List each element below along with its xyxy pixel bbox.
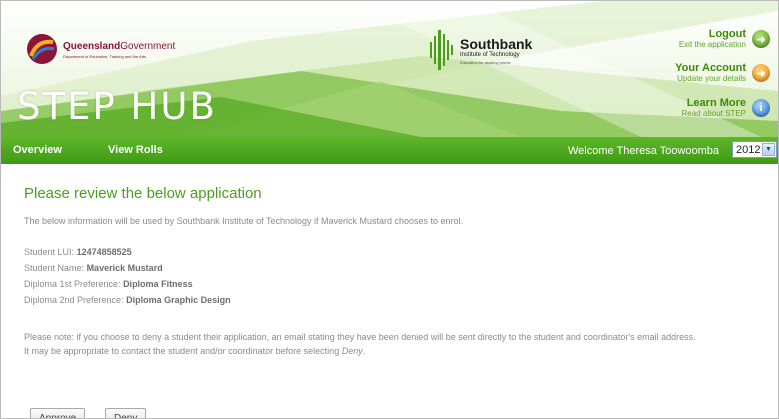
deny-note-text: Please note: if you choose to deny a stu… (24, 332, 696, 342)
year-select[interactable]: 2012 ▼ (732, 141, 777, 158)
welcome-text: Welcome Theresa Toowoomba (568, 145, 720, 157)
chevron-down-icon[interactable]: ▼ (762, 143, 775, 156)
deny-emphasis: Deny (341, 346, 363, 356)
first-preference-value: Diploma Fitness (123, 279, 193, 289)
field-label: Diploma 2nd Preference: (24, 295, 124, 305)
field-label: Student LUI: (24, 247, 75, 257)
contact-advice: It may be appropriate to contact the stu… (24, 346, 366, 356)
your-account-title: Your Account (675, 62, 746, 74)
queensland-government-name: QueenslandGovernment (63, 41, 176, 52)
student-lui-value: 12474858525 (76, 247, 132, 257)
info-icon: i (752, 99, 770, 117)
queensland-crest-icon (27, 34, 57, 64)
first-preference-row: Diploma 1st Preference: Diploma Fitness (24, 278, 193, 290)
header: QueenslandGovernment Department of Educa… (1, 1, 778, 137)
approve-button[interactable]: Approve (30, 408, 86, 418)
southbank-tagline: Education for aspiring minds (460, 60, 511, 65)
logout-link[interactable]: Logout Exit the application ➜ (679, 28, 770, 50)
department-name: Department of Education, Training and th… (63, 54, 147, 59)
deny-note: Please note: if you choose to deny a stu… (24, 330, 744, 358)
logout-subtitle: Exit the application (678, 40, 746, 49)
intro-text: The below information will be used by So… (24, 216, 464, 226)
student-name-row: Student Name: Maverick Mustard (24, 262, 163, 274)
nav-bar: Overview View Rolls Welcome Theresa Toow… (1, 137, 778, 164)
logout-title: Logout (708, 28, 746, 40)
your-account-arrow-icon: ➜ (752, 64, 770, 82)
student-lui-row: Student LUI: 12474858525 (24, 246, 132, 258)
field-label: Student Name: (24, 263, 85, 273)
logout-arrow-icon: ➜ (752, 30, 770, 48)
learn-more-subtitle: Read about STEP (681, 109, 746, 118)
learn-more-title: Learn More (686, 97, 746, 109)
learn-more-link[interactable]: Learn More Read about STEP i (682, 97, 770, 119)
your-account-subtitle: Update your details (677, 74, 746, 83)
southbank-mark-icon (430, 30, 453, 70)
student-name-value: Maverick Mustard (86, 263, 163, 273)
app-title: STEP HUB (17, 85, 217, 128)
field-label: Diploma 1st Preference: (24, 279, 121, 289)
second-preference-row: Diploma 2nd Preference: Diploma Graphic … (24, 294, 231, 306)
queensland-government-logo: QueenslandGovernment Department of Educa… (25, 32, 175, 72)
nav-overview[interactable]: Overview (13, 144, 62, 156)
southbank-name: Southbank (460, 36, 533, 52)
nav-view-rolls[interactable]: View Rolls (108, 144, 163, 156)
southbank-logo: Southbank Institute of Technology Educat… (425, 26, 575, 74)
southbank-subtitle: Institute of Technology (460, 52, 520, 58)
second-preference-value: Diploma Graphic Design (126, 295, 231, 305)
your-account-link[interactable]: Your Account Update your details ➜ (675, 62, 770, 84)
page-title: Please review the below application (24, 185, 262, 202)
year-select-value: 2012 (736, 143, 761, 156)
page-frame: QueenslandGovernment Department of Educa… (0, 0, 779, 419)
deny-button[interactable]: Deny (105, 408, 147, 418)
